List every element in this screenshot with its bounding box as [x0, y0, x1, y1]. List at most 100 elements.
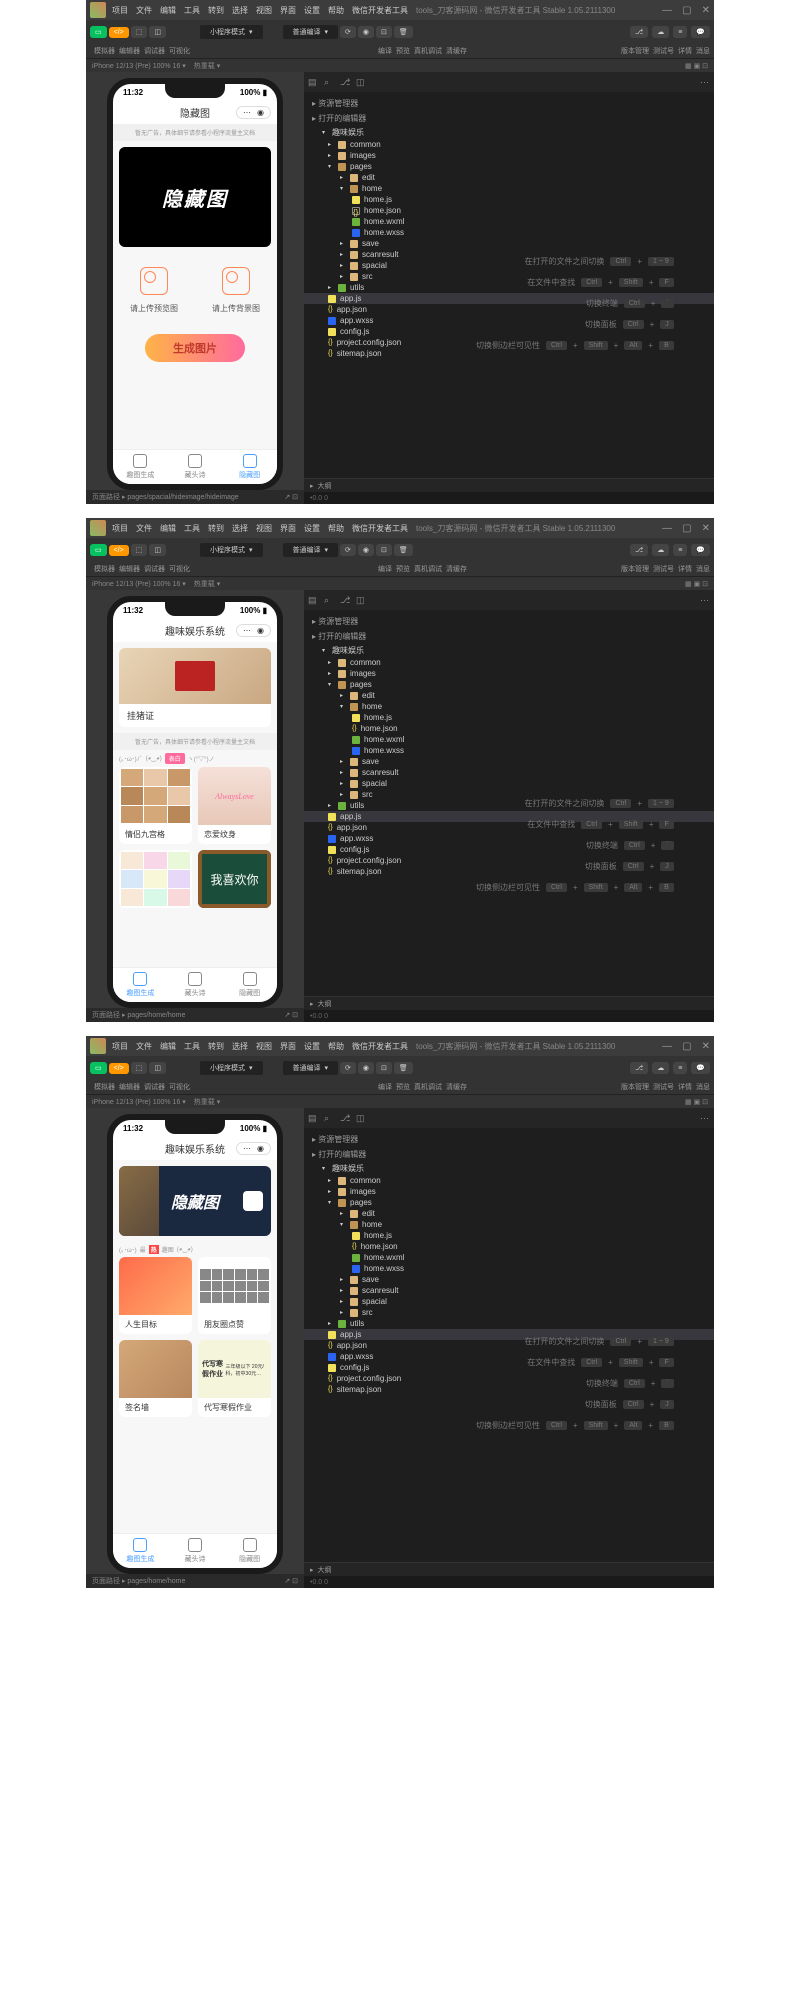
maximize-icon[interactable]: ▢ [682, 5, 691, 16]
editor-toggle[interactable]: </> [109, 27, 129, 38]
tab-hidden[interactable]: 隐藏图 [222, 450, 277, 484]
user-avatar[interactable] [90, 1038, 106, 1054]
card-life-goal[interactable]: 人生目标 [119, 1257, 192, 1334]
tab-meme[interactable]: 趣图生成 [113, 1534, 168, 1568]
menu-settings[interactable]: 设置 [304, 5, 320, 16]
editor-toggle[interactable]: </> [109, 545, 129, 556]
emoji-bar[interactable]: (｡･ω･)ﾉﾞ(◕‿◕)表白ヽ(°▽°)ノ [113, 750, 277, 767]
phone-notch [165, 84, 225, 98]
close-icon[interactable]: ✕ [702, 5, 710, 16]
label-remote: 真机调试 [414, 46, 442, 56]
tab-poem[interactable]: 藏头诗 [168, 968, 223, 1002]
minimize-icon[interactable]: — [662, 1041, 672, 1052]
upload-preview[interactable]: 请上传预览图 [130, 267, 178, 314]
card-nine-grid[interactable]: 情侣九宫格 [119, 767, 192, 844]
search-icon[interactable]: ⌕ [324, 77, 334, 87]
explorer-icon[interactable]: ▤ [308, 77, 318, 87]
folder-save[interactable]: ▸save [304, 238, 714, 249]
clear-cache-button[interactable]: 🗑 [394, 26, 413, 38]
visual-toggle[interactable]: ◫ [149, 26, 166, 38]
details-button[interactable]: ≡ [673, 26, 687, 38]
visual-toggle[interactable]: ◫ [149, 544, 166, 556]
maximize-icon[interactable]: ▢ [682, 523, 691, 534]
version-mgmt-button[interactable]: ⎇ [630, 26, 648, 38]
card-homework[interactable]: 代写寒假作业三年级以下 20元/科，初中30元…代写寒假作业 [198, 1340, 271, 1417]
capsule-menu[interactable]: ⋯◉ [236, 106, 271, 119]
tree-root[interactable]: ▾趣味娱乐 [304, 126, 714, 139]
maximize-icon[interactable]: ▢ [682, 1041, 691, 1052]
capsule-menu[interactable]: ⋯◉ [236, 624, 271, 637]
preview-button[interactable]: ◉ [358, 26, 374, 38]
file-home-json[interactable]: {}home.json [304, 205, 714, 216]
folder-images[interactable]: ▸images [304, 150, 714, 161]
device-selector[interactable]: iPhone 12/13 (Pre) 100% 16 ▾ [92, 62, 186, 70]
menubar: 项目 文件 编辑 工具 转到 选择 视图 界面 设置 帮助 微信开发者工具 [112, 5, 408, 16]
menu-interface[interactable]: 界面 [280, 5, 296, 16]
caishen-image [119, 1257, 192, 1315]
tab-meme[interactable]: 趣图生成 [113, 450, 168, 484]
menu-help[interactable]: 帮助 [328, 5, 344, 16]
simulator-toggle[interactable]: ▭ [90, 26, 107, 38]
page-path[interactable]: 页面路径 ▸ pages/home/home [92, 1576, 185, 1586]
tab-poem[interactable]: 藏头诗 [168, 1534, 223, 1568]
cert-card[interactable]: 挂猪证 [119, 648, 271, 727]
file-home-wxml[interactable]: home.wxml [304, 216, 714, 227]
hidden-image-preview: 隐藏图 [119, 147, 271, 247]
folder-pages[interactable]: ▾pages [304, 161, 714, 172]
menu-file[interactable]: 文件 [136, 5, 152, 16]
debugger-toggle[interactable]: ⬚ [131, 544, 148, 556]
close-icon[interactable]: ✕ [702, 1041, 710, 1052]
user-avatar[interactable] [90, 520, 106, 536]
split-icon[interactable]: ◫ [356, 77, 366, 87]
menu-wxdev[interactable]: 微信开发者工具 [352, 5, 408, 16]
debugger-toggle[interactable]: ⬚ [131, 26, 148, 38]
minimize-icon[interactable]: — [662, 5, 672, 16]
folder-home[interactable]: ▾home [304, 183, 714, 194]
menu-goto[interactable]: 转到 [208, 5, 224, 16]
compile-dropdown[interactable]: 普通编译▾ [283, 25, 339, 39]
outline-bar[interactable]: ▸ 大纲 [304, 478, 714, 492]
more-icon[interactable]: ⋯ [700, 77, 710, 87]
mode-dropdown[interactable]: 小程序模式▾ [200, 543, 263, 557]
remote-debug-button[interactable]: ⊡ [376, 26, 392, 38]
menu-edit[interactable]: 编辑 [160, 5, 176, 16]
messages-button[interactable]: 💬 [691, 26, 710, 38]
simulator-panel: 11:32 100% ▮ 隐藏图 ⋯◉ 暂无广告，具体细节请参看小程序流量主文档… [86, 72, 304, 504]
file-home-wxss[interactable]: home.wxss [304, 227, 714, 238]
page-path[interactable]: 页面路径 ▸ pages/home/home [92, 1010, 185, 1020]
card-chalkboard[interactable]: 我喜欢你 [198, 850, 271, 908]
compile-button[interactable]: ⟳ [340, 26, 356, 38]
open-editors-header[interactable]: ▸ 打开的编辑器 [304, 111, 714, 126]
folder-common[interactable]: ▸common [304, 139, 714, 150]
file-home-js[interactable]: home.js [304, 194, 714, 205]
user-avatar[interactable] [90, 2, 106, 18]
page-path[interactable]: 页面路径 ▸ pages/spacial/hideimage/hideimage [92, 492, 239, 502]
close-icon[interactable]: ✕ [702, 523, 710, 534]
mode-dropdown[interactable]: 小程序模式▾ [200, 25, 263, 39]
git-icon[interactable]: ⎇ [340, 77, 350, 87]
hot-reload[interactable]: 热重载 ▾ [194, 61, 220, 71]
card-likes[interactable]: 朋友圈点赞 [198, 1257, 271, 1334]
device-selector[interactable]: iPhone 12/13 (Pre) 100% 16 ▾ [92, 580, 186, 588]
menu-select[interactable]: 选择 [232, 5, 248, 16]
label-editor: 编辑器 [119, 46, 140, 56]
card-wall[interactable] [119, 850, 192, 908]
tab-hidden[interactable]: 隐藏图 [222, 968, 277, 1002]
card-tattoo[interactable]: AlwaysLove 恋爱纹身 [198, 767, 271, 844]
folder-edit[interactable]: ▸edit [304, 172, 714, 183]
compile-dropdown[interactable]: 普通编译▾ [283, 543, 339, 557]
tab-hidden[interactable]: 隐藏图 [222, 1534, 277, 1568]
hidden-banner[interactable]: 隐藏图 [119, 1166, 271, 1236]
test-account-button[interactable]: ☁ [652, 26, 669, 38]
menu-tools[interactable]: 工具 [184, 5, 200, 16]
label-test: 测试号 [653, 46, 674, 56]
menu-project[interactable]: 项目 [112, 5, 128, 16]
menu-view[interactable]: 视图 [256, 5, 272, 16]
simulator-toggle[interactable]: ▭ [90, 544, 107, 556]
tab-poem[interactable]: 藏头诗 [168, 450, 223, 484]
upload-background[interactable]: 请上传背景图 [212, 267, 260, 314]
tab-meme[interactable]: 趣图生成 [113, 968, 168, 1002]
card-signature[interactable]: 签名墙 [119, 1340, 192, 1417]
minimize-icon[interactable]: — [662, 523, 672, 534]
generate-button[interactable]: 生成图片 [145, 334, 245, 362]
